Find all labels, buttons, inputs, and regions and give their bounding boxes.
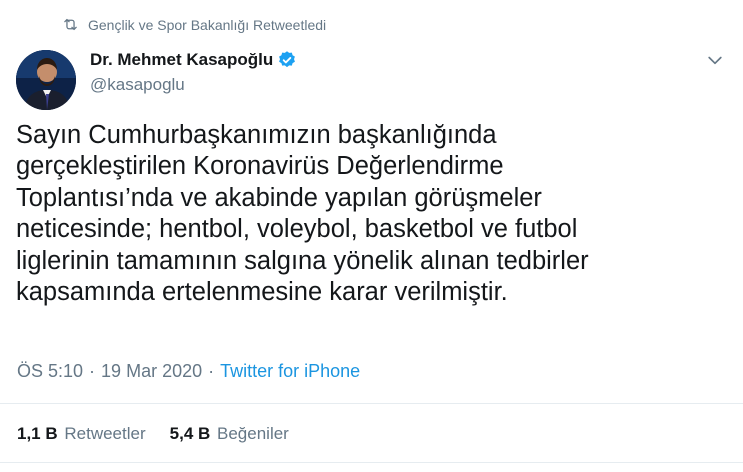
tweet-stats: 1,1 B Retweetler 5,4 B Beğeniler <box>17 424 313 444</box>
retweet-context-label: Gençlik ve Spor Bakanlığı Retweetledi <box>88 16 327 33</box>
verified-badge-icon <box>279 51 296 68</box>
tweet-text: Sayın Cumhurbaşkanımızın başkanlığında g… <box>16 121 589 307</box>
avatar[interactable] <box>16 50 76 110</box>
likes-stat[interactable]: 5,4 B Beğeniler <box>170 424 289 444</box>
author-name[interactable]: Dr. Mehmet Kasapoğlu <box>90 50 273 70</box>
tweet-date[interactable]: 19 Mar 2020 <box>101 361 202 382</box>
chevron-down-icon[interactable] <box>705 50 725 70</box>
divider <box>0 403 743 404</box>
likes-label: Beğeniler <box>217 424 289 443</box>
divider <box>0 462 743 463</box>
author-handle[interactable]: @kasapoglu <box>90 75 297 95</box>
author-block[interactable]: Dr. Mehmet Kasapoğlu @kasapoglu <box>90 50 297 95</box>
retweet-context[interactable]: Gençlik ve Spor Bakanlığı Retweetledi <box>62 16 326 33</box>
tweet-source-link[interactable]: Twitter for iPhone <box>220 361 360 382</box>
meta-separator: · <box>89 361 96 381</box>
tweet-meta: ÖS 5:10 · 19 Mar 2020 · Twitter for iPho… <box>17 361 360 382</box>
tweet-time[interactable]: ÖS 5:10 <box>17 361 83 382</box>
retweets-stat[interactable]: 1,1 B Retweetler <box>17 424 146 444</box>
retweets-label: Retweetler <box>64 424 146 443</box>
retweets-count: 1,1 B <box>17 424 58 443</box>
meta-separator: · <box>208 361 215 381</box>
retweet-icon <box>64 18 77 31</box>
likes-count: 5,4 B <box>169 424 211 443</box>
